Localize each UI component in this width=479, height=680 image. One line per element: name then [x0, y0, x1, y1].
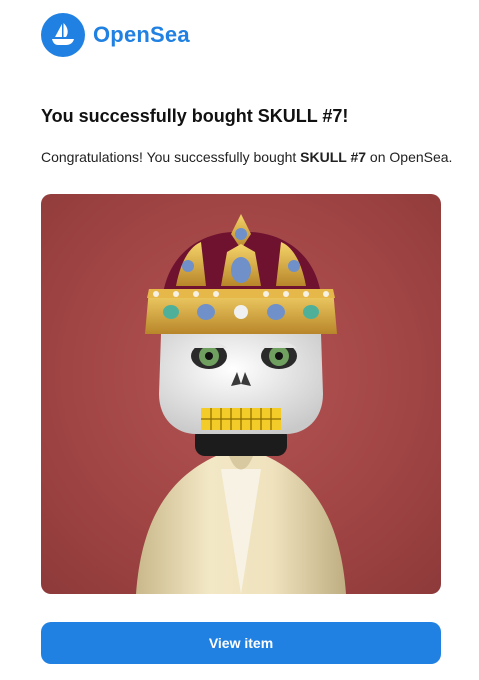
opensea-logo-icon[interactable]	[41, 13, 85, 57]
item-name: SKULL #7	[300, 149, 367, 165]
crowned-skull-illustration	[136, 214, 346, 594]
email-title: You successfully bought SKULL #7!	[41, 106, 349, 126]
view-item-button[interactable]: View item	[41, 622, 441, 664]
header: OpenSea	[41, 13, 190, 57]
nft-image[interactable]	[41, 194, 441, 594]
message-prefix: Congratulations! You successfully bought	[41, 149, 301, 165]
email-message: Congratulations! You successfully bought…	[41, 149, 452, 165]
brand-name[interactable]: OpenSea	[93, 22, 190, 48]
message-suffix: on OpenSea.	[366, 149, 453, 165]
